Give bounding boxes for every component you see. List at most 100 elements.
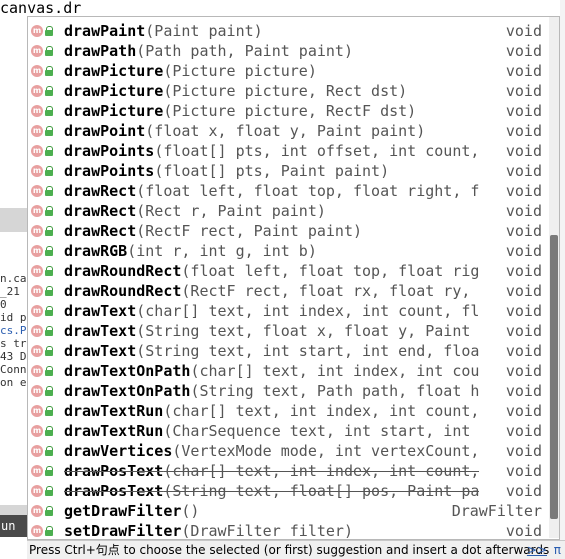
editor-gutter-band	[0, 208, 27, 232]
completion-item[interactable]: m drawPosText(char[] text, int index, int…	[28, 461, 548, 481]
editor-current-line[interactable]: canvas.dr	[0, 0, 565, 16]
scrollbar-thumb[interactable]	[550, 235, 558, 519]
completion-item[interactable]: m drawRect(Rect r, Paint paint) void	[28, 201, 548, 221]
public-lock-icon	[45, 446, 54, 456]
completion-item[interactable]: m drawPoints(float[] pts, Paint paint) voi…	[28, 161, 548, 181]
public-lock-icon	[45, 166, 54, 176]
completion-signature: drawPicture(Picture picture, RectF dst)	[64, 101, 479, 121]
matched-prefix: draw	[64, 442, 101, 460]
matched-prefix: draw	[64, 142, 101, 160]
public-lock-icon	[45, 306, 54, 316]
public-lock-icon	[45, 346, 54, 356]
method-name-rest: Picture	[100, 102, 164, 120]
completion-signature: drawText(String text, int start, int end…	[64, 341, 479, 361]
method-name-rest: Vertices	[100, 442, 173, 460]
completion-item[interactable]: m drawPosText(String text, float[] pos, P…	[28, 481, 548, 501]
completion-item[interactable]: m drawText(String text, int start, int en…	[28, 341, 548, 361]
matched-prefix: getDraw	[64, 502, 128, 520]
completion-item[interactable]: m drawTextRun(char[] text, int index, int…	[28, 401, 548, 421]
method-params: (String text, float[] pos, Paint pa…	[163, 482, 479, 500]
method-name-rest: Filter	[127, 522, 182, 540]
completion-item[interactable]: m drawRect(RectF rect, Paint paint) void	[28, 221, 548, 241]
public-lock-icon	[45, 66, 54, 76]
matched-prefix: draw	[64, 222, 101, 240]
method-name-rest: RoundRect	[100, 262, 182, 280]
completion-item[interactable]: m getDrawFilter() DrawFilter	[28, 501, 548, 521]
pi-icon[interactable]: π	[554, 541, 561, 559]
return-type: void	[505, 62, 542, 80]
return-type: void	[505, 342, 542, 360]
completion-signature: drawPoint(float x, float y, Paint paint)	[64, 121, 479, 141]
completion-item[interactable]: m drawPoint(float x, float y, Paint paint…	[28, 121, 548, 141]
method-icon: m	[31, 325, 43, 337]
matched-prefix: draw	[64, 202, 101, 220]
return-type: void	[505, 462, 542, 480]
completion-item[interactable]: m drawPoints(float[] pts, int offset, int…	[28, 141, 548, 161]
return-type: void	[505, 242, 542, 260]
method-icon: m	[31, 205, 43, 217]
completion-item[interactable]: m drawRoundRect(float left, float top, fl…	[28, 261, 548, 281]
completion-signature: drawText(String text, float x, float y, …	[64, 321, 479, 341]
method-name-rest: Point	[100, 122, 146, 140]
return-type: void	[505, 102, 542, 120]
return-type: void	[505, 422, 542, 440]
public-lock-icon	[45, 26, 54, 36]
completion-item[interactable]: m drawRGB(int r, int g, int b) void	[28, 241, 548, 261]
bottom-panel-tab[interactable]: un	[0, 515, 28, 537]
completion-item[interactable]: m drawPicture(Picture picture, RectF dst)…	[28, 101, 548, 121]
completion-popup[interactable]: m drawPaint(Paint paint) void m drawPath(Pat…	[27, 16, 560, 540]
completion-signature: drawRect(Rect r, Paint paint)	[64, 201, 479, 221]
completion-item[interactable]: m drawPaint(Paint paint) void	[28, 21, 548, 41]
completion-signature: drawText(char[] text, int index, int cou…	[64, 301, 479, 321]
matched-prefix: draw	[64, 22, 101, 40]
public-lock-icon	[45, 286, 54, 296]
completion-item[interactable]: m drawTextOnPath(char[] text, int index, …	[28, 361, 548, 381]
method-params: (char[] text, int index, int cou…	[190, 362, 479, 380]
completion-item[interactable]: m drawPicture(Picture picture, Rect dst) v…	[28, 81, 548, 101]
completion-signature: drawPicture(Picture picture, Rect dst)	[64, 81, 479, 101]
completion-item[interactable]: m drawTextOnPath(String text, Path path, …	[28, 381, 548, 401]
matched-prefix: draw	[64, 422, 101, 440]
method-icon: m	[31, 465, 43, 477]
public-lock-icon	[45, 466, 54, 476]
method-icon: m	[31, 125, 43, 137]
matched-prefix: draw	[64, 162, 101, 180]
more-link[interactable]: >>	[527, 541, 547, 559]
completion-signature: drawTextRun(char[] text, int index, int …	[64, 401, 479, 421]
return-type: void	[505, 82, 542, 100]
method-name-rest: PosText	[100, 462, 164, 480]
method-icon: m	[31, 365, 43, 377]
completion-item[interactable]: m drawText(String text, float x, float y,…	[28, 321, 548, 341]
public-lock-icon	[45, 126, 54, 136]
public-lock-icon	[45, 406, 54, 416]
method-icon: m	[31, 385, 43, 397]
completion-scrollbar[interactable]	[549, 17, 559, 538]
editor-side-line: _21	[0, 285, 20, 298]
method-icon: m	[31, 345, 43, 357]
public-lock-icon	[45, 206, 54, 216]
typed-text: canvas.dr	[0, 0, 82, 17]
method-params: (char[] text, int index, int count, fl…	[136, 302, 479, 320]
completion-item[interactable]: m drawPath(Path path, Paint paint) void	[28, 41, 548, 61]
completion-item[interactable]: m drawRoundRect(RectF rect, float rx, flo…	[28, 281, 548, 301]
method-icon: m	[31, 185, 43, 197]
completion-signature: setDrawFilter(DrawFilter filter)	[64, 521, 479, 540]
return-type: void	[505, 122, 542, 140]
completion-item[interactable]: m drawPicture(Picture picture) void	[28, 61, 548, 81]
method-params: (CharSequence text, int start, int …	[163, 422, 479, 440]
editor-side-line: n.car	[0, 272, 27, 285]
completion-item[interactable]: m drawRect(float left, float top, float r…	[28, 181, 548, 201]
completion-item[interactable]: m drawText(char[] text, int index, int co…	[28, 301, 548, 321]
completion-item[interactable]: m setDrawFilter(DrawFilter filter) void	[28, 521, 548, 540]
completion-signature: drawVertices(VertexMode mode, int vertex…	[64, 441, 479, 461]
matched-prefix: draw	[64, 462, 101, 480]
method-name-rest: Text	[100, 342, 137, 360]
method-name-rest: Paint	[100, 22, 146, 40]
method-name-rest: Picture	[100, 82, 164, 100]
completion-item[interactable]: m drawVertices(VertexMode mode, int verte…	[28, 441, 548, 461]
return-type: void	[505, 42, 542, 60]
completion-item[interactable]: m drawTextRun(CharSequence text, int star…	[28, 421, 548, 441]
method-params: (Picture picture, Rect dst)	[163, 82, 408, 100]
completion-signature: drawRect(RectF rect, Paint paint)	[64, 221, 479, 241]
matched-prefix: setDraw	[64, 522, 128, 540]
